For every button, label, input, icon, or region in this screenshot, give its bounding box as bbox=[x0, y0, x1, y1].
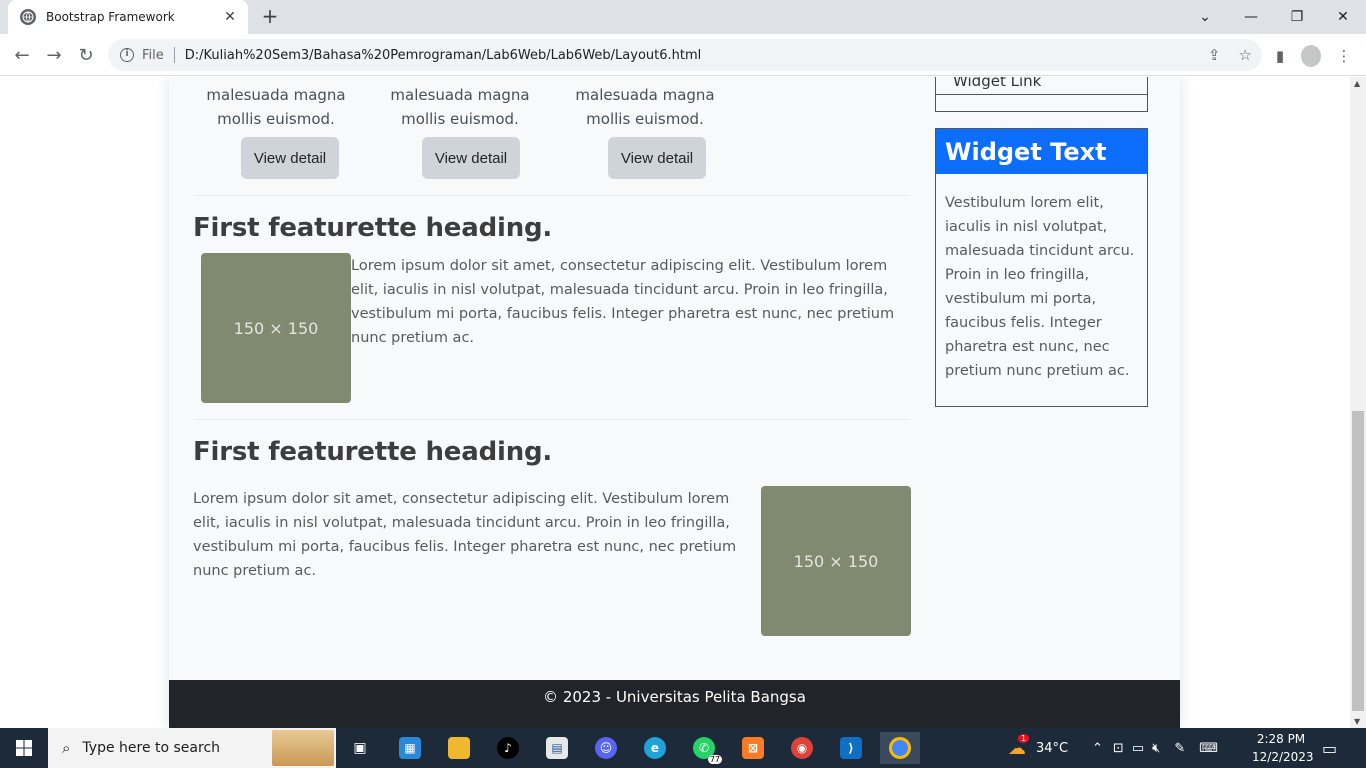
featurette-text: Lorem ipsum dolor sit amet, consectetur … bbox=[351, 258, 895, 346]
browser-toolbar: ← → ↻ i File D:/Kuliah%20Sem3/Bahasa%20P… bbox=[0, 34, 1366, 76]
card-text-line: malesuada magna bbox=[390, 86, 530, 104]
divider bbox=[193, 419, 911, 420]
card-text-line: malesuada magna bbox=[206, 86, 346, 104]
card-text-line: mollis euismod. bbox=[586, 110, 704, 128]
tiktok-icon[interactable]: ♪ bbox=[488, 732, 528, 764]
address-bar[interactable]: i File D:/Kuliah%20Sem3/Bahasa%20Pemrogr… bbox=[108, 39, 1262, 71]
image-label: 150 × 150 bbox=[793, 551, 879, 571]
file-document-icon[interactable]: ▤ bbox=[537, 732, 577, 764]
profile-icon[interactable] bbox=[1301, 45, 1321, 67]
vscode-icon[interactable]: ⟩ bbox=[831, 732, 871, 764]
page-footer: © 2023 - Universitas Pelita Bangsa bbox=[169, 680, 1180, 728]
card-column: malesuada magna mollis euismod. bbox=[565, 83, 725, 131]
browser-tab-strip: Bootstrap Framework ✕ + ⌄ — ❐ ✕ bbox=[0, 0, 1366, 34]
system-tray: ⌃ ⊡ ▭ 🔇︎ ✎ ⌨ bbox=[1092, 728, 1218, 768]
taskbar-clock[interactable]: 2:28 PM 12/2/2023 bbox=[1252, 730, 1314, 766]
back-icon[interactable]: ← bbox=[10, 43, 34, 67]
edge-icon[interactable]: e bbox=[635, 732, 675, 764]
tab-title: Bootstrap Framework bbox=[46, 10, 175, 24]
xampp-icon[interactable]: ⊠ bbox=[733, 732, 773, 764]
minimize-button[interactable]: — bbox=[1228, 0, 1274, 34]
file-explorer-icon[interactable] bbox=[439, 732, 479, 764]
featurette-heading: First featurette heading. bbox=[193, 437, 553, 467]
chevron-up-icon[interactable]: ⌃ bbox=[1092, 741, 1103, 756]
image-label: 150 × 150 bbox=[233, 318, 319, 338]
browser-tab[interactable]: Bootstrap Framework ✕ bbox=[8, 0, 248, 34]
separator bbox=[173, 47, 175, 63]
divider bbox=[193, 195, 911, 196]
placeholder-image: 150 × 150 bbox=[761, 486, 911, 636]
notification-icon[interactable]: ▭ bbox=[1322, 728, 1337, 768]
info-icon[interactable]: i bbox=[120, 48, 134, 62]
clock-time: 2:28 PM bbox=[1256, 732, 1306, 746]
page-scrollbar[interactable]: ▲ ▼ bbox=[1350, 77, 1366, 728]
whatsapp-icon[interactable]: ✆ 77 bbox=[684, 732, 724, 764]
featurette-heading: First featurette heading. bbox=[193, 213, 553, 243]
card-text-line: malesuada magna bbox=[575, 86, 715, 104]
card-column: malesuada magna mollis euismod. bbox=[196, 83, 356, 131]
windows-taskbar: ⌕ Type here to search ▣ ▦ ♪ ▤ ☺ e ✆ 77 ⊠… bbox=[0, 728, 1366, 768]
weather-temp: 34°C bbox=[1036, 740, 1069, 756]
view-detail-button[interactable]: View detail bbox=[608, 137, 706, 179]
widget-text-title: Widget Text bbox=[936, 129, 1147, 174]
page-viewport: malesuada magna mollis euismod. malesuad… bbox=[0, 77, 1350, 728]
weather-badge: 1 bbox=[1018, 733, 1030, 743]
featurette-text: Lorem ipsum dolor sit amet, consectetur … bbox=[193, 491, 737, 579]
discord-icon[interactable]: ☺ bbox=[586, 732, 626, 764]
reload-icon[interactable]: ↻ bbox=[74, 43, 98, 67]
microsoft-store-icon[interactable]: ▦ bbox=[390, 732, 430, 764]
card-column: malesuada magna mollis euismod. bbox=[380, 83, 540, 131]
view-detail-button[interactable]: View detail bbox=[241, 137, 339, 179]
close-window-button[interactable]: ✕ bbox=[1320, 0, 1366, 34]
file-label: File bbox=[142, 47, 164, 63]
chrome-icon[interactable] bbox=[880, 732, 920, 764]
meet-now-icon[interactable]: ⊡ bbox=[1113, 741, 1124, 756]
tab-search-icon[interactable]: ⌄ bbox=[1182, 0, 1228, 34]
taskbar-search[interactable]: ⌕ Type here to search bbox=[48, 728, 336, 768]
windows-start-icon[interactable] bbox=[0, 728, 48, 768]
restore-button[interactable]: ❐ bbox=[1274, 0, 1320, 34]
pen-icon[interactable]: ✎ bbox=[1174, 741, 1185, 756]
search-placeholder: Type here to search bbox=[82, 740, 221, 756]
volume-muted-icon[interactable]: 🔇︎ bbox=[1152, 741, 1160, 756]
widget-link-item[interactable]: Widget Link bbox=[936, 77, 1147, 95]
widget-link-box: Widget Link bbox=[935, 77, 1148, 112]
share-icon[interactable]: ⇪ bbox=[1208, 46, 1221, 64]
search-icon: ⌕ bbox=[62, 739, 71, 757]
scroll-thumb[interactable] bbox=[1352, 411, 1364, 711]
search-highlight-image bbox=[272, 730, 334, 766]
weather-cloud-icon: ☁ 1 bbox=[1008, 733, 1030, 759]
menu-kebab-icon[interactable]: ⋮ bbox=[1334, 46, 1354, 66]
page-container: malesuada magna mollis euismod. malesuad… bbox=[169, 77, 1180, 728]
whatsapp-badge: 77 bbox=[707, 755, 722, 764]
globe-icon bbox=[20, 9, 36, 25]
keyboard-icon[interactable]: ⌨ bbox=[1199, 741, 1218, 756]
new-tab-button[interactable]: + bbox=[258, 5, 282, 29]
clock-date: 12/2/2023 bbox=[1252, 750, 1314, 764]
chrome-profile-icon[interactable]: ◉ bbox=[782, 732, 822, 764]
task-view-icon[interactable]: ▣ bbox=[340, 732, 380, 764]
widget-text-body: Vestibulum lorem elit, iaculis in nisl v… bbox=[945, 195, 1135, 379]
footer-text: © 2023 - Universitas Pelita Bangsa bbox=[543, 688, 806, 706]
tab-close-icon[interactable]: ✕ bbox=[222, 9, 238, 25]
card-text-line: mollis euismod. bbox=[401, 110, 519, 128]
weather-widget[interactable]: ☁ 1 34°C bbox=[1008, 728, 1068, 768]
scroll-up-icon[interactable]: ▲ bbox=[1354, 79, 1360, 88]
side-panel-icon[interactable]: ▮ bbox=[1270, 46, 1290, 66]
url-text[interactable]: D:/Kuliah%20Sem3/Bahasa%20Pemrograman/La… bbox=[185, 48, 701, 63]
widget-text-card: Widget Text Vestibulum lorem elit, iacul… bbox=[935, 128, 1148, 407]
placeholder-image: 150 × 150 bbox=[201, 253, 351, 403]
card-text-line: mollis euismod. bbox=[217, 110, 335, 128]
scroll-down-icon[interactable]: ▼ bbox=[1354, 717, 1360, 726]
view-detail-button[interactable]: View detail bbox=[422, 137, 520, 179]
forward-icon[interactable]: → bbox=[42, 43, 66, 67]
battery-icon[interactable]: ▭ bbox=[1132, 741, 1144, 756]
bookmark-star-icon[interactable]: ☆ bbox=[1239, 46, 1252, 64]
